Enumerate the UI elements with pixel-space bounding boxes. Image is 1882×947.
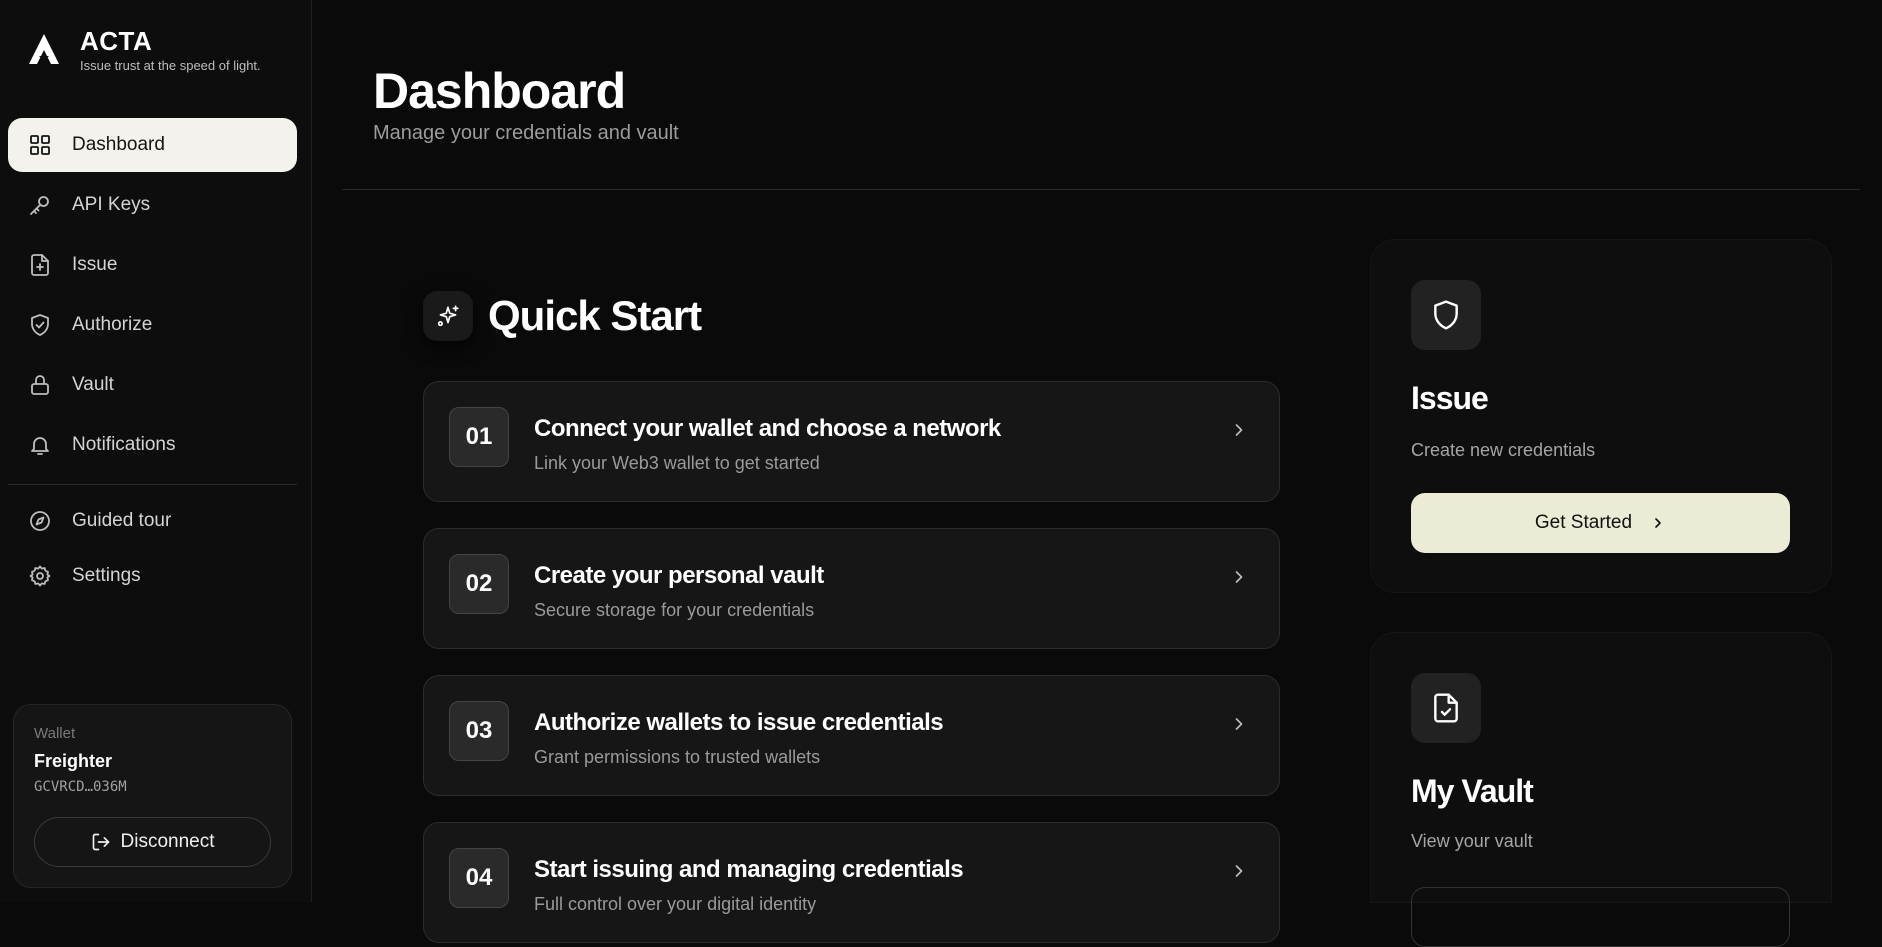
- logout-icon: [92, 833, 109, 851]
- shield-icon: [1411, 280, 1481, 350]
- issue-card-title: Issue: [1411, 380, 1489, 416]
- step-number: 02: [449, 554, 509, 614]
- sidebar-item-label: Dashboard: [72, 134, 165, 155]
- header-divider: [342, 189, 1860, 190]
- file-plus-icon: [28, 253, 52, 277]
- gear-icon: [28, 564, 52, 588]
- compass-icon: [28, 509, 52, 533]
- sidebar-item-issue[interactable]: Issue: [8, 238, 297, 292]
- step-description: Link your Web3 wallet to get started: [534, 453, 820, 473]
- sidebar-nav: Dashboard API Keys Issue Authorize Vault: [8, 118, 297, 607]
- quick-start-step-4[interactable]: 04 Start issuing and managing credential…: [423, 822, 1280, 943]
- step-title: Start issuing and managing credentials: [534, 856, 964, 883]
- sidebar-item-label: Guided tour: [72, 510, 172, 531]
- lock-icon: [28, 373, 52, 397]
- sidebar-item-label: Settings: [72, 565, 141, 586]
- sidebar-item-guided-tour[interactable]: Guided tour: [8, 497, 297, 545]
- sidebar-item-label: API Keys: [72, 194, 151, 215]
- nav-divider: [8, 484, 297, 485]
- chevron-right-icon: [1655, 518, 1661, 528]
- brand-name: ACTA: [80, 26, 153, 56]
- page-subtitle: Manage your credentials and vault: [373, 122, 679, 144]
- shield-check-icon: [28, 313, 52, 337]
- sidebar-item-label: Vault: [72, 374, 114, 395]
- step-title: Authorize wallets to issue credentials: [534, 709, 944, 736]
- step-number: 04: [449, 848, 509, 908]
- sidebar-item-authorize[interactable]: Authorize: [8, 298, 297, 352]
- chevron-right-icon: [1235, 865, 1243, 877]
- sidebar-item-notifications[interactable]: Notifications: [8, 418, 297, 472]
- disconnect-button[interactable]: Disconnect: [34, 817, 271, 867]
- step-title: Connect your wallet and choose a network: [534, 415, 1001, 442]
- chevron-right-icon: [1235, 571, 1243, 583]
- sparkles-icon: [423, 291, 473, 341]
- step-number: 03: [449, 701, 509, 761]
- wallet-card: Wallet Freighter GCVRCD…036M Disconnect: [13, 704, 292, 888]
- disconnect-label: Disconnect: [120, 831, 215, 852]
- sidebar-item-label: Issue: [72, 254, 118, 275]
- page-title: Dashboard: [373, 63, 626, 119]
- wallet-name: Freighter: [34, 751, 113, 771]
- grid-icon: [28, 133, 52, 157]
- sidebar: ACTA Issue trust at the speed of light. …: [0, 0, 312, 902]
- sidebar-item-vault[interactable]: Vault: [8, 358, 297, 412]
- step-description: Secure storage for your credentials: [534, 600, 815, 620]
- step-number: 01: [449, 407, 509, 467]
- quick-start-step-1[interactable]: 01 Connect your wallet and choose a netw…: [423, 381, 1280, 502]
- bell-icon: [28, 433, 52, 457]
- quick-start-title: Quick Start: [488, 292, 702, 339]
- view-vault-button[interactable]: [1411, 887, 1790, 947]
- step-description: Full control over your digital identity: [534, 894, 817, 914]
- quick-start-step-2[interactable]: 02 Create your personal vault Secure sto…: [423, 528, 1280, 649]
- sidebar-item-label: Authorize: [72, 314, 153, 335]
- issue-card: Issue Create new credentials Get Started: [1371, 240, 1831, 592]
- sidebar-item-label: Notifications: [72, 434, 176, 455]
- chevron-right-icon: [1235, 424, 1243, 436]
- wallet-address: GCVRCD…036M: [34, 779, 127, 795]
- vault-card: My Vault View your vault: [1371, 633, 1831, 947]
- brand[interactable]: ACTA Issue trust at the speed of light.: [26, 26, 261, 73]
- vault-card-title: My Vault: [1411, 773, 1534, 809]
- file-check-icon: [1411, 673, 1481, 743]
- vault-card-description: View your vault: [1411, 831, 1533, 851]
- key-icon: [28, 193, 52, 217]
- get-started-label: Get Started: [1534, 512, 1633, 533]
- chevron-right-icon: [1235, 718, 1243, 730]
- sidebar-item-dashboard[interactable]: Dashboard: [8, 118, 297, 172]
- quick-start-step-3[interactable]: 03 Authorize wallets to issue credential…: [423, 675, 1280, 796]
- step-title: Create your personal vault: [534, 562, 824, 589]
- issue-card-description: Create new credentials: [1411, 440, 1596, 460]
- wallet-label: Wallet: [34, 725, 76, 742]
- get-started-button[interactable]: Get Started: [1411, 493, 1790, 553]
- brand-tagline: Issue trust at the speed of light.: [80, 58, 261, 73]
- step-description: Grant permissions to trusted wallets: [534, 747, 821, 767]
- sidebar-item-settings[interactable]: Settings: [8, 552, 297, 600]
- acta-logo-icon: [29, 34, 59, 64]
- sidebar-item-api-keys[interactable]: API Keys: [8, 178, 297, 232]
